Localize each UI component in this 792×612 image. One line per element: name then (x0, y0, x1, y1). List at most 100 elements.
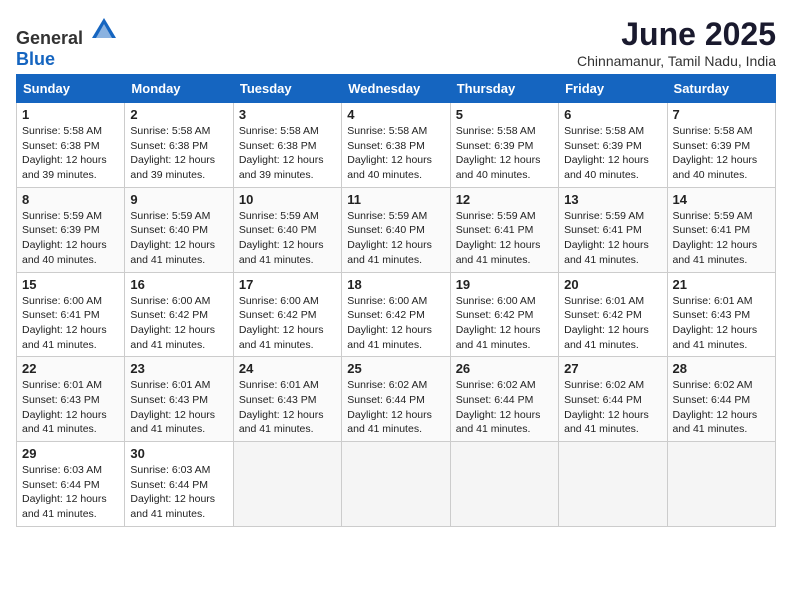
calendar-week-row: 22 Sunrise: 6:01 AM Sunset: 6:43 PM Dayl… (17, 357, 776, 442)
day-info: Sunrise: 5:58 AM Sunset: 6:38 PM Dayligh… (22, 124, 119, 183)
sunrise-label: Sunrise: 5:58 AM (130, 125, 210, 137)
daylight-label: Daylight: 12 hours and 41 minutes. (673, 324, 758, 351)
sunset-label: Sunset: 6:44 PM (564, 394, 642, 406)
sunset-label: Sunset: 6:41 PM (22, 309, 100, 321)
calendar-day-cell: 13 Sunrise: 5:59 AM Sunset: 6:41 PM Dayl… (559, 187, 667, 272)
sunset-label: Sunset: 6:40 PM (130, 224, 208, 236)
sunset-label: Sunset: 6:43 PM (130, 394, 208, 406)
day-info: Sunrise: 5:59 AM Sunset: 6:39 PM Dayligh… (22, 209, 119, 268)
calendar-header-row: SundayMondayTuesdayWednesdayThursdayFrid… (17, 75, 776, 103)
day-number: 23 (130, 361, 227, 376)
day-info: Sunrise: 6:01 AM Sunset: 6:43 PM Dayligh… (673, 294, 770, 353)
logo-general: General (16, 28, 83, 48)
sunset-label: Sunset: 6:43 PM (239, 394, 317, 406)
calendar-week-row: 1 Sunrise: 5:58 AM Sunset: 6:38 PM Dayli… (17, 103, 776, 188)
logo-blue: Blue (16, 49, 55, 69)
sunrise-label: Sunrise: 6:00 AM (22, 295, 102, 307)
sunrise-label: Sunrise: 5:58 AM (347, 125, 427, 137)
sunset-label: Sunset: 6:40 PM (239, 224, 317, 236)
sunrise-label: Sunrise: 6:02 AM (347, 379, 427, 391)
sunset-label: Sunset: 6:42 PM (456, 309, 534, 321)
daylight-label: Daylight: 12 hours and 39 minutes. (22, 154, 107, 181)
sunset-label: Sunset: 6:38 PM (347, 140, 425, 152)
calendar-day-cell: 2 Sunrise: 5:58 AM Sunset: 6:38 PM Dayli… (125, 103, 233, 188)
daylight-label: Daylight: 12 hours and 41 minutes. (130, 324, 215, 351)
sunset-label: Sunset: 6:42 PM (239, 309, 317, 321)
calendar-day-cell: 24 Sunrise: 6:01 AM Sunset: 6:43 PM Dayl… (233, 357, 341, 442)
sunset-label: Sunset: 6:38 PM (130, 140, 208, 152)
day-info: Sunrise: 5:59 AM Sunset: 6:41 PM Dayligh… (673, 209, 770, 268)
day-number: 19 (456, 277, 553, 292)
calendar-day-cell (450, 442, 558, 527)
sunset-label: Sunset: 6:38 PM (239, 140, 317, 152)
daylight-label: Daylight: 12 hours and 41 minutes. (347, 409, 432, 436)
day-number: 27 (564, 361, 661, 376)
daylight-label: Daylight: 12 hours and 41 minutes. (456, 409, 541, 436)
day-number: 25 (347, 361, 444, 376)
day-number: 21 (673, 277, 770, 292)
day-number: 16 (130, 277, 227, 292)
day-number: 12 (456, 192, 553, 207)
sunset-label: Sunset: 6:44 PM (456, 394, 534, 406)
day-info: Sunrise: 6:00 AM Sunset: 6:41 PM Dayligh… (22, 294, 119, 353)
day-number: 10 (239, 192, 336, 207)
page-header: General Blue June 2025 Chinnamanur, Tami… (16, 16, 776, 70)
sunset-label: Sunset: 6:40 PM (347, 224, 425, 236)
calendar-table: SundayMondayTuesdayWednesdayThursdayFrid… (16, 74, 776, 527)
calendar-day-cell: 16 Sunrise: 6:00 AM Sunset: 6:42 PM Dayl… (125, 272, 233, 357)
sunrise-label: Sunrise: 6:01 AM (22, 379, 102, 391)
day-number: 2 (130, 107, 227, 122)
sunrise-label: Sunrise: 5:58 AM (564, 125, 644, 137)
day-number: 11 (347, 192, 444, 207)
daylight-label: Daylight: 12 hours and 39 minutes. (239, 154, 324, 181)
day-number: 13 (564, 192, 661, 207)
sunset-label: Sunset: 6:42 PM (130, 309, 208, 321)
day-number: 7 (673, 107, 770, 122)
calendar-week-row: 29 Sunrise: 6:03 AM Sunset: 6:44 PM Dayl… (17, 442, 776, 527)
calendar-day-cell: 10 Sunrise: 5:59 AM Sunset: 6:40 PM Dayl… (233, 187, 341, 272)
daylight-label: Daylight: 12 hours and 41 minutes. (347, 239, 432, 266)
calendar-day-cell: 18 Sunrise: 6:00 AM Sunset: 6:42 PM Dayl… (342, 272, 450, 357)
day-info: Sunrise: 5:59 AM Sunset: 6:40 PM Dayligh… (347, 209, 444, 268)
daylight-label: Daylight: 12 hours and 41 minutes. (239, 239, 324, 266)
calendar-day-cell (667, 442, 775, 527)
day-number: 30 (130, 446, 227, 461)
calendar-day-cell (342, 442, 450, 527)
daylight-label: Daylight: 12 hours and 41 minutes. (239, 409, 324, 436)
sunrise-label: Sunrise: 5:59 AM (347, 210, 427, 222)
sunset-label: Sunset: 6:42 PM (564, 309, 642, 321)
day-info: Sunrise: 5:59 AM Sunset: 6:40 PM Dayligh… (130, 209, 227, 268)
day-number: 4 (347, 107, 444, 122)
logo-icon (90, 16, 118, 44)
day-info: Sunrise: 6:02 AM Sunset: 6:44 PM Dayligh… (347, 378, 444, 437)
day-number: 6 (564, 107, 661, 122)
location-title: Chinnamanur, Tamil Nadu, India (577, 53, 776, 69)
day-number: 8 (22, 192, 119, 207)
daylight-label: Daylight: 12 hours and 39 minutes. (130, 154, 215, 181)
day-number: 24 (239, 361, 336, 376)
sunrise-label: Sunrise: 5:58 AM (239, 125, 319, 137)
day-info: Sunrise: 6:01 AM Sunset: 6:43 PM Dayligh… (22, 378, 119, 437)
calendar-day-cell (559, 442, 667, 527)
sunset-label: Sunset: 6:39 PM (564, 140, 642, 152)
calendar-day-cell: 9 Sunrise: 5:59 AM Sunset: 6:40 PM Dayli… (125, 187, 233, 272)
sunrise-label: Sunrise: 6:03 AM (130, 464, 210, 476)
sunset-label: Sunset: 6:41 PM (564, 224, 642, 236)
sunrise-label: Sunrise: 6:00 AM (347, 295, 427, 307)
sunrise-label: Sunrise: 5:59 AM (22, 210, 102, 222)
sunrise-label: Sunrise: 5:59 AM (673, 210, 753, 222)
sunrise-label: Sunrise: 5:59 AM (564, 210, 644, 222)
sunset-label: Sunset: 6:39 PM (673, 140, 751, 152)
sunset-label: Sunset: 6:43 PM (673, 309, 751, 321)
calendar-day-cell: 14 Sunrise: 5:59 AM Sunset: 6:41 PM Dayl… (667, 187, 775, 272)
sunrise-label: Sunrise: 6:01 AM (130, 379, 210, 391)
sunset-label: Sunset: 6:39 PM (456, 140, 534, 152)
logo: General Blue (16, 16, 118, 70)
day-info: Sunrise: 6:03 AM Sunset: 6:44 PM Dayligh… (130, 463, 227, 522)
day-number: 26 (456, 361, 553, 376)
day-info: Sunrise: 6:03 AM Sunset: 6:44 PM Dayligh… (22, 463, 119, 522)
day-number: 17 (239, 277, 336, 292)
daylight-label: Daylight: 12 hours and 41 minutes. (673, 239, 758, 266)
day-info: Sunrise: 5:58 AM Sunset: 6:39 PM Dayligh… (456, 124, 553, 183)
day-info: Sunrise: 5:58 AM Sunset: 6:39 PM Dayligh… (673, 124, 770, 183)
